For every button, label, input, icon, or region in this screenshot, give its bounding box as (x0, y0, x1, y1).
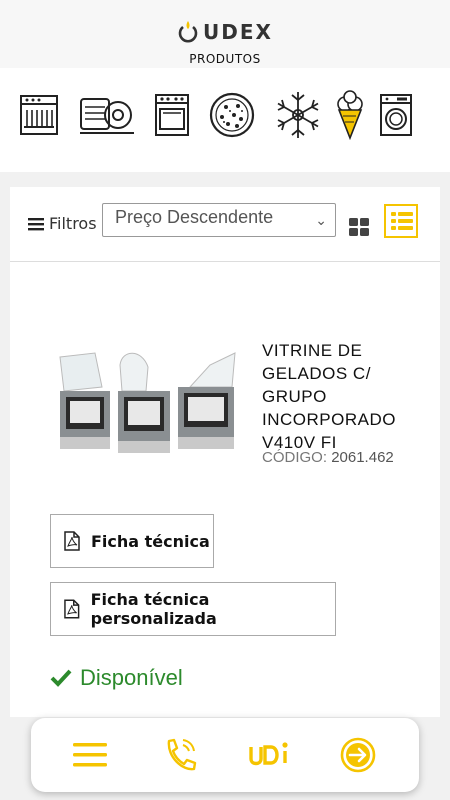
login-button[interactable] (337, 734, 379, 776)
udi-logo-icon (249, 742, 288, 766)
hamburger-menu-icon (73, 743, 107, 767)
logo-text: UDEX (203, 20, 273, 44)
pdf-icon (64, 599, 80, 619)
filters-label: Filtros (49, 214, 97, 233)
category-slicer[interactable] (78, 88, 136, 142)
product-title[interactable]: VITRINE DE GELADOS C/ GRUPO INCORPORADO … (262, 339, 432, 454)
ice-cream-icon (337, 90, 363, 140)
checkmark-icon (50, 669, 72, 687)
custom-datasheet-label: Ficha técnica personalizada (90, 590, 217, 628)
category-laundry[interactable] (378, 88, 414, 142)
pizza-icon (209, 92, 255, 138)
custom-datasheet-button[interactable]: Ficha técnica personalizada (50, 582, 336, 636)
phone-icon (167, 738, 197, 771)
availability-status: Disponível (50, 665, 183, 691)
pdf-icon (64, 531, 80, 551)
logo[interactable]: UDEX (0, 18, 450, 46)
product-image[interactable] (50, 347, 240, 467)
availability-label: Disponível (80, 665, 183, 690)
datasheet-label: Ficha técnica (91, 531, 210, 551)
list-icon (391, 212, 413, 230)
page-subtitle: PRODUTOS (189, 52, 261, 66)
logo-mark-icon (178, 21, 198, 43)
toolbar: Filtros Preço Descendente ⌄ (10, 187, 440, 262)
category-pizza[interactable] (208, 88, 256, 142)
sort-selected-value: Preço Descendente (115, 207, 274, 227)
list-view-button[interactable] (384, 204, 418, 238)
category-dishwasher[interactable] (18, 88, 60, 142)
category-bar (0, 68, 450, 172)
dishwasher-icon (20, 95, 58, 135)
arrow-circle-right-icon (340, 737, 376, 773)
page: UDEX PRODUTOS Filtros Preço Descendente … (0, 0, 450, 800)
datasheet-button[interactable]: Ficha técnica (50, 514, 214, 568)
menu-icon (28, 217, 44, 230)
category-frozen[interactable] (272, 88, 324, 142)
menu-button[interactable] (69, 734, 111, 776)
washing-machine-icon (380, 94, 412, 136)
header: UDEX PRODUTOS (0, 0, 450, 68)
grid-view-button[interactable] (347, 214, 373, 240)
product-card: Filtros Preço Descendente ⌄ VITRINE DE G… (10, 187, 440, 717)
call-button[interactable] (159, 734, 201, 776)
category-oven[interactable] (153, 88, 191, 142)
oven-icon (155, 94, 189, 136)
chevron-down-icon: ⌄ (315, 212, 327, 228)
product-code: CÓDIGO: 2061.462 (262, 449, 394, 466)
category-ice-cream[interactable] (336, 88, 364, 142)
sort-select[interactable]: Preço Descendente ⌄ (102, 203, 336, 237)
product-code-value: 2061.462 (331, 449, 394, 466)
snowflake-icon (277, 92, 319, 138)
grid-icon (349, 218, 369, 236)
product-code-label: CÓDIGO: (262, 449, 328, 466)
filters-button[interactable]: Filtros (28, 214, 97, 233)
bottom-nav (31, 718, 419, 792)
udi-button[interactable] (245, 734, 295, 776)
slicer-icon (80, 98, 134, 134)
